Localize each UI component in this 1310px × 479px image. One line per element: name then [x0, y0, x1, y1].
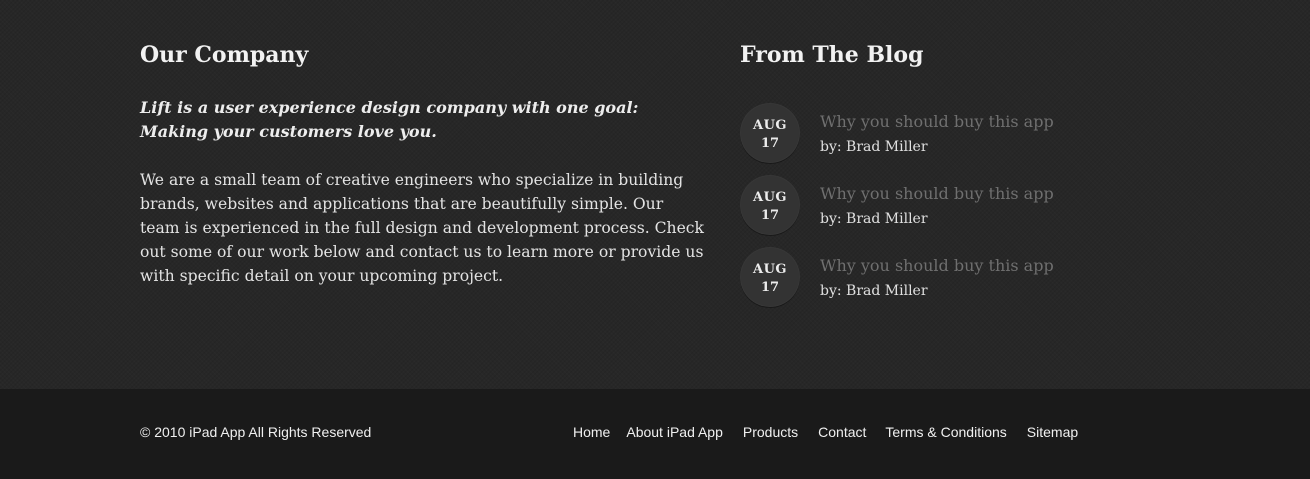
- blog-post-author: by: Brad Miller: [820, 211, 928, 227]
- blog-post-list: AUG 17 Why you should buy this app by: B…: [740, 103, 1170, 319]
- footer-nav: Home About iPad App Products Contact Ter…: [573, 424, 1078, 440]
- from-the-blog-column: From The Blog AUG 17 Why you should buy …: [740, 38, 1170, 319]
- company-description: We are a small team of creative engineer…: [140, 171, 704, 285]
- blog-post-title-link[interactable]: Why you should buy this app: [820, 112, 1054, 132]
- blog-post-title-link[interactable]: Why you should buy this app: [820, 184, 1054, 204]
- content-section: Our Company Lift is a user experience de…: [0, 0, 1310, 389]
- date-month: AUG: [752, 262, 788, 277]
- page-footer: © 2010 iPad App All Rights Reserved Home…: [0, 389, 1310, 479]
- date-badge: AUG 17: [740, 247, 800, 307]
- date-month: AUG: [752, 190, 788, 205]
- date-day: 17: [760, 280, 780, 295]
- blog-post-item: AUG 17 Why you should buy this app by: B…: [740, 175, 1170, 247]
- date-badge: AUG 17: [740, 103, 800, 163]
- date-badge: AUG 17: [740, 175, 800, 235]
- footer-link-sitemap[interactable]: Sitemap: [1027, 424, 1078, 440]
- blog-heading: From The Blog: [740, 42, 924, 68]
- footer-link-products[interactable]: Products: [743, 424, 798, 440]
- blog-post-author: by: Brad Miller: [820, 283, 928, 299]
- date-day: 17: [760, 208, 780, 223]
- date-day: 17: [760, 136, 780, 151]
- blog-post-item: AUG 17 Why you should buy this app by: B…: [740, 103, 1170, 175]
- our-company-column: Our Company Lift is a user experience de…: [140, 38, 705, 288]
- copyright-text: © 2010 iPad App All Rights Reserved: [140, 424, 372, 440]
- footer-link-terms[interactable]: Terms & Conditions: [885, 424, 1006, 440]
- blog-post-author: by: Brad Miller: [820, 139, 928, 155]
- date-month: AUG: [752, 118, 788, 133]
- footer-link-home[interactable]: Home: [573, 424, 610, 440]
- blog-post-title-link[interactable]: Why you should buy this app: [820, 256, 1054, 276]
- our-company-heading: Our Company: [140, 42, 309, 68]
- footer-link-about[interactable]: About iPad App: [626, 424, 723, 440]
- footer-link-contact[interactable]: Contact: [818, 424, 866, 440]
- blog-post-item: AUG 17 Why you should buy this app by: B…: [740, 247, 1170, 319]
- company-tagline: Lift is a user experience design company…: [140, 98, 639, 141]
